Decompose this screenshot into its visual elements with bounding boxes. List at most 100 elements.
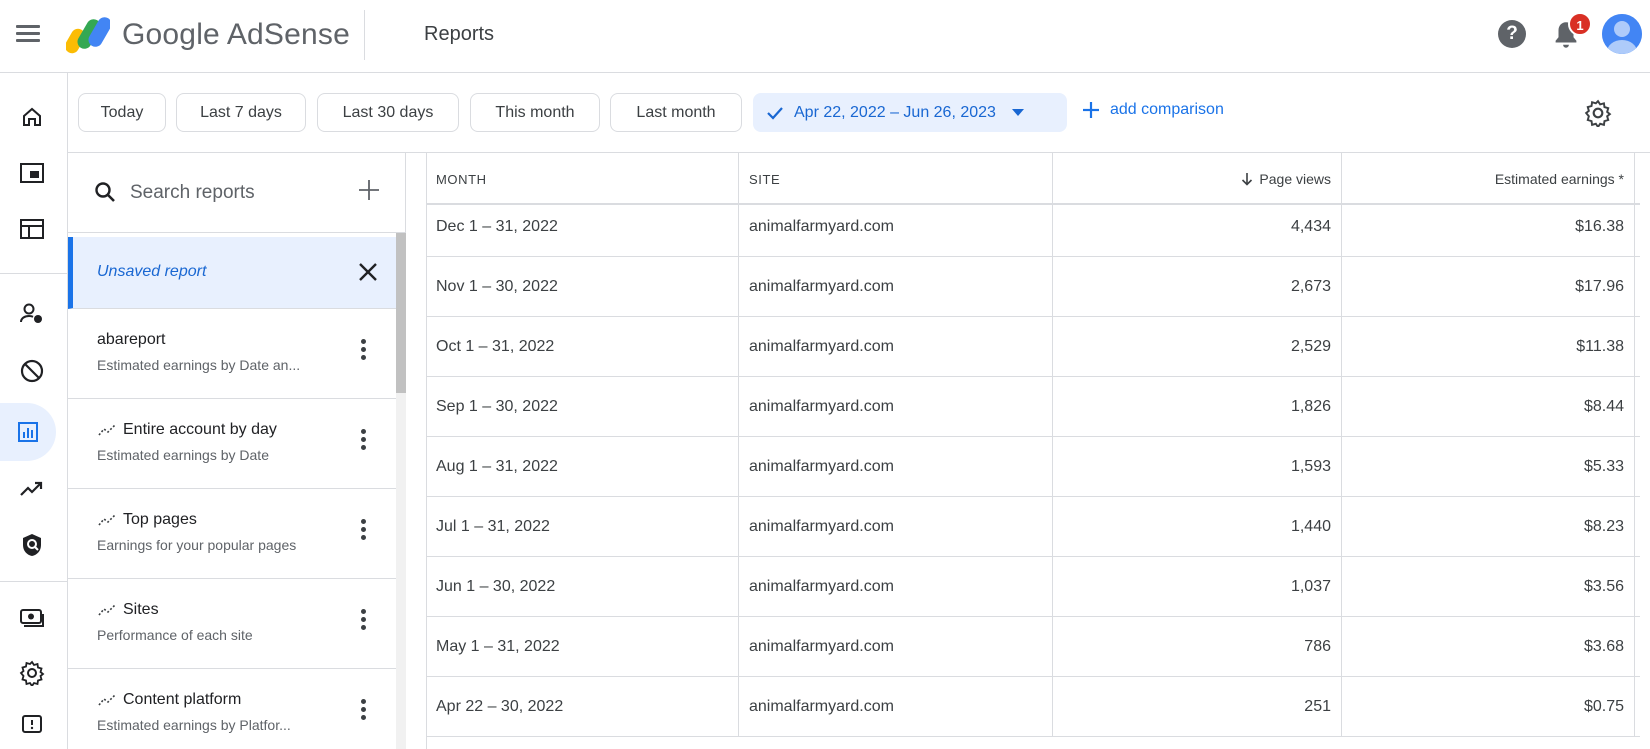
cell-page-views: 4,434	[1053, 197, 1342, 257]
check-icon	[767, 106, 783, 120]
more-options-icon[interactable]	[360, 699, 368, 725]
payments-icon[interactable]	[8, 593, 56, 641]
suggested-report-icon	[98, 604, 116, 616]
notification-count-badge: 1	[1568, 12, 1592, 36]
cell-site: animalfarmyard.com	[739, 677, 1053, 737]
cell-month: May 1 – 31, 2022	[426, 617, 739, 677]
more-options-icon[interactable]	[360, 609, 368, 635]
close-icon[interactable]	[357, 261, 379, 283]
table-row[interactable]: Aug 1 – 31, 2022 animalfarmyard.com 1,593 $…	[426, 437, 1640, 497]
cell-estimated-earnings: $16.38	[1342, 197, 1635, 257]
privacy-messaging-icon[interactable]	[8, 289, 56, 337]
report-item-subtitle: Estimated earnings by Date	[97, 447, 269, 463]
suggested-report-icon	[98, 424, 116, 436]
cell-site: animalfarmyard.com	[739, 257, 1053, 317]
cell-page-views: 2,529	[1053, 317, 1342, 377]
report-settings-gear-icon[interactable]	[1584, 99, 1612, 127]
cell-page-views: 2,673	[1053, 257, 1342, 317]
cell-month: Dec 1 – 31, 2022	[426, 197, 739, 257]
table-row[interactable]: May 1 – 31, 2022 animalfarmyard.com 786 $3.…	[426, 617, 1640, 677]
sites-icon[interactable]	[8, 205, 56, 253]
column-header-label: Page views	[1259, 171, 1331, 187]
report-item[interactable]: abareport Estimated earnings by Date an.…	[68, 309, 396, 399]
plus-icon	[1083, 102, 1099, 118]
report-item-title: Unsaved report	[97, 263, 207, 280]
report-item[interactable]: Content platform Estimated earnings by P…	[68, 669, 396, 749]
report-item-subtitle: Earnings for your popular pages	[97, 537, 297, 553]
home-icon[interactable]	[8, 93, 56, 141]
sort-descending-icon	[1242, 173, 1253, 186]
chip-last-7-days[interactable]: Last 7 days	[176, 93, 306, 132]
cell-month: Aug 1 – 31, 2022	[426, 437, 739, 497]
cell-page-views: 1,440	[1053, 497, 1342, 557]
cell-site: animalfarmyard.com	[739, 377, 1053, 437]
report-item[interactable]: Entire account by day Estimated earnings…	[68, 399, 396, 489]
cell-page-views: 1,826	[1053, 377, 1342, 437]
cell-estimated-earnings: $8.23	[1342, 497, 1635, 557]
cell-site: animalfarmyard.com	[739, 197, 1053, 257]
more-options-icon[interactable]	[360, 339, 368, 365]
chip-this-month[interactable]: This month	[470, 93, 600, 132]
report-item-title: Content platform	[123, 691, 242, 708]
cell-page-views: 251	[1053, 677, 1342, 737]
report-item-unsaved[interactable]: Unsaved report	[68, 237, 396, 309]
brand-divider	[364, 10, 365, 60]
cell-site: animalfarmyard.com	[739, 437, 1053, 497]
cell-month: Apr 22 – 30, 2022	[426, 677, 739, 737]
cell-page-views: 1,593	[1053, 437, 1342, 497]
rail-divider	[0, 581, 68, 582]
dropdown-arrow-icon	[1011, 108, 1024, 116]
report-item[interactable]: Sites Performance of each site	[68, 579, 396, 669]
feedback-icon[interactable]	[8, 701, 56, 749]
cell-month: Sep 1 – 30, 2022	[426, 377, 739, 437]
cell-page-views: 1,037	[1053, 557, 1342, 617]
chip-last-30-days[interactable]: Last 30 days	[317, 93, 459, 132]
more-options-icon[interactable]	[360, 429, 368, 455]
new-report-plus-icon[interactable]	[358, 179, 380, 201]
date-range-picker[interactable]: Apr 22, 2022 – Jun 26, 2023	[753, 93, 1067, 132]
suggested-report-icon	[98, 514, 116, 526]
table-row[interactable]: Sep 1 – 30, 2022 animalfarmyard.com 1,826 $…	[426, 377, 1640, 437]
page-title: Reports	[424, 23, 495, 45]
search-reports-bar[interactable]: Search reports	[68, 153, 406, 233]
cell-month: Nov 1 – 30, 2022	[426, 257, 739, 317]
table-row[interactable]: Jun 1 – 30, 2022 animalfarmyard.com 1,037 $…	[426, 557, 1640, 617]
table-row[interactable]: Oct 1 – 31, 2022 animalfarmyard.com 2,529 $…	[426, 317, 1640, 377]
cell-site: animalfarmyard.com	[739, 317, 1053, 377]
cell-site: animalfarmyard.com	[739, 617, 1053, 677]
panel-scrollbar[interactable]	[396, 233, 406, 393]
report-item-title: abareport	[97, 331, 166, 348]
report-item[interactable]: Top pages Earnings for your popular page…	[68, 489, 396, 579]
report-item-title: Sites	[123, 601, 159, 618]
table-row[interactable]: Dec 1 – 31, 2022 animalfarmyard.com 4,434 $…	[426, 197, 1640, 257]
reports-icon[interactable]	[0, 403, 56, 461]
cell-estimated-earnings: $3.68	[1342, 617, 1635, 677]
cell-page-views: 786	[1053, 617, 1342, 677]
cell-estimated-earnings: $0.75	[1342, 677, 1635, 737]
cell-month: Jun 1 – 30, 2022	[426, 557, 739, 617]
brand-safety-icon[interactable]	[8, 521, 56, 569]
table-row[interactable]: Jul 1 – 31, 2022 animalfarmyard.com 1,440 $…	[426, 497, 1640, 557]
chip-today[interactable]: Today	[78, 93, 166, 132]
cell-month: Jul 1 – 31, 2022	[426, 497, 739, 557]
ads-icon[interactable]	[8, 149, 56, 197]
more-options-icon[interactable]	[360, 519, 368, 545]
search-reports-input[interactable]: Search reports	[130, 182, 255, 204]
help-icon[interactable]: ?	[1498, 20, 1526, 48]
rail-divider	[0, 273, 68, 274]
add-comparison-button[interactable]: add comparison	[1082, 101, 1224, 119]
top-app-bar: Google AdSense Reports ? 1	[0, 0, 1650, 73]
report-item-subtitle: Estimated earnings by Platfor...	[97, 717, 291, 733]
report-item-title: Top pages	[123, 511, 197, 528]
table-row[interactable]: Nov 1 – 30, 2022 animalfarmyard.com 2,673 $…	[426, 257, 1640, 317]
table-row[interactable]: Apr 22 – 30, 2022 animalfarmyard.com 251 $0…	[426, 677, 1640, 737]
optimization-icon[interactable]	[8, 465, 56, 513]
report-item-subtitle: Estimated earnings by Date an...	[97, 357, 301, 373]
chip-last-month[interactable]: Last month	[610, 93, 742, 132]
cell-site: animalfarmyard.com	[739, 557, 1053, 617]
account-settings-icon[interactable]	[8, 649, 56, 697]
blocking-controls-icon[interactable]	[8, 347, 56, 395]
report-item-title-row: Sites	[97, 601, 159, 619]
main-menu-icon[interactable]	[16, 22, 42, 48]
account-avatar[interactable]	[1602, 14, 1642, 54]
